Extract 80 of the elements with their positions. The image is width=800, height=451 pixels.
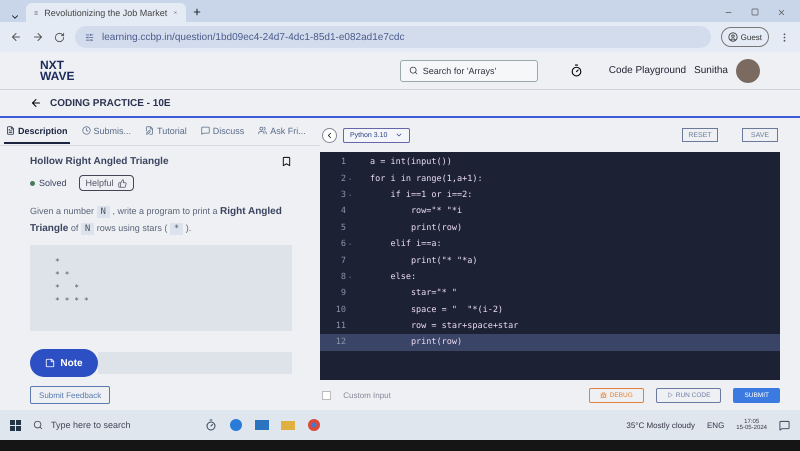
feedback-button[interactable]: Submit Feedback	[30, 386, 110, 404]
problem-title: Hollow Right Angled Triangle	[30, 156, 169, 167]
collapse-button[interactable]	[322, 128, 337, 142]
line-number: 11	[334, 321, 346, 332]
people-icon	[258, 126, 268, 135]
user-name: Sunitha	[694, 65, 728, 76]
code-line: a = int(input())	[370, 157, 452, 168]
code-line: row="* "*i	[410, 206, 462, 216]
line-number: 3	[340, 190, 346, 200]
code-line: if i==1 or i==2:	[389, 190, 472, 200]
page-title: CODING PRACTICE - 10E	[50, 98, 171, 108]
tab-title: Revolutionizing the Job Market	[44, 8, 168, 18]
site-settings-icon[interactable]	[85, 32, 94, 42]
profile-button[interactable]: Guest	[720, 27, 769, 47]
sample-output: * * * * * * * * *	[55, 256, 89, 307]
note-icon	[45, 358, 56, 368]
panel-tab[interactable]: Ask Fri...	[256, 120, 308, 144]
code-line: print(row)	[410, 337, 462, 348]
line-number: 8	[340, 272, 346, 282]
browser-tab[interactable]: Revolutionizing the Job Market	[26, 3, 186, 22]
line-number: 2	[340, 174, 346, 184]
browser-icon[interactable]	[229, 418, 243, 432]
line-number: 6	[340, 239, 346, 250]
back-icon[interactable]	[10, 31, 22, 43]
search-field[interactable]: Search for 'Arrays'	[400, 60, 538, 82]
back-icon[interactable]	[30, 97, 42, 109]
windows-icon[interactable]	[10, 420, 21, 430]
chevron-down-icon	[395, 131, 404, 139]
line-number: 1	[340, 157, 346, 168]
note-button[interactable]: Note	[30, 349, 98, 377]
line-number: 9	[340, 288, 346, 298]
code-line: print("* "*a)	[410, 256, 478, 266]
document-icon	[6, 126, 15, 135]
code-playground-link[interactable]: Code Playground	[608, 65, 686, 76]
close-icon[interactable]	[777, 8, 786, 17]
code-line: space = " "*(i-2)	[410, 304, 504, 315]
panel-tab[interactable]: Description	[4, 120, 70, 144]
problem-description: Given a number N , write a program to print a Right Angled Triangle of N rows using stars ( * ).	[30, 205, 283, 237]
play-icon	[666, 392, 673, 398]
line-number: 12	[334, 337, 346, 348]
reload-icon[interactable]	[54, 32, 65, 42]
maximize-icon[interactable]	[751, 8, 759, 16]
taskbar-search-field[interactable]: Type here to search	[33, 420, 153, 430]
code-line: for i in range(1,a+1):	[370, 174, 483, 184]
code-line: else:	[389, 272, 416, 282]
status-label: Solved	[30, 178, 67, 188]
language-indicator[interactable]: ENG	[706, 420, 724, 430]
code-line: star="* "	[410, 288, 457, 298]
line-number: 4	[340, 206, 346, 216]
weather-text[interactable]: 35°C Mostly cloudy	[626, 420, 695, 430]
chat-icon	[200, 126, 210, 135]
panel-tab[interactable]: Discuss	[198, 120, 246, 144]
timer-icon[interactable]	[570, 64, 583, 77]
code-line: elif i==a:	[389, 239, 442, 250]
search-icon	[33, 420, 43, 430]
search-icon	[408, 66, 418, 75]
chevron-left-icon	[325, 130, 334, 140]
code-line: row = star+space+star	[410, 321, 518, 332]
clock-icon	[82, 126, 91, 135]
code-line: print(row)	[410, 222, 462, 233]
line-number: 10	[334, 304, 346, 315]
line-number: 5	[340, 222, 346, 233]
panel-tab[interactable]: Tutorial	[143, 120, 189, 144]
edit-icon	[145, 126, 154, 135]
custom-input-checkbox[interactable]	[322, 390, 332, 400]
forward-icon[interactable]	[32, 31, 44, 43]
bug-icon	[600, 392, 607, 398]
new-tab-icon[interactable]	[192, 7, 202, 17]
close-icon[interactable]	[173, 8, 178, 17]
avatar[interactable]	[736, 58, 760, 82]
notification-icon[interactable]	[779, 420, 790, 430]
user-icon	[728, 32, 738, 42]
thumbs-up-icon	[118, 178, 127, 188]
bookmark-icon[interactable]	[281, 156, 292, 167]
checkbox-label: Custom Input	[343, 390, 391, 400]
logo[interactable]: NXT WAVE	[40, 60, 74, 82]
panel-tab[interactable]: Submis...	[80, 120, 134, 144]
helpful-button[interactable]: Helpful	[78, 175, 134, 191]
line-number: 7	[340, 256, 346, 266]
address-bar[interactable]: learning.ccbp.in/question/1bd09ec4-24d7-4dc1-85d1-e082ad1e7cdc	[75, 26, 711, 48]
